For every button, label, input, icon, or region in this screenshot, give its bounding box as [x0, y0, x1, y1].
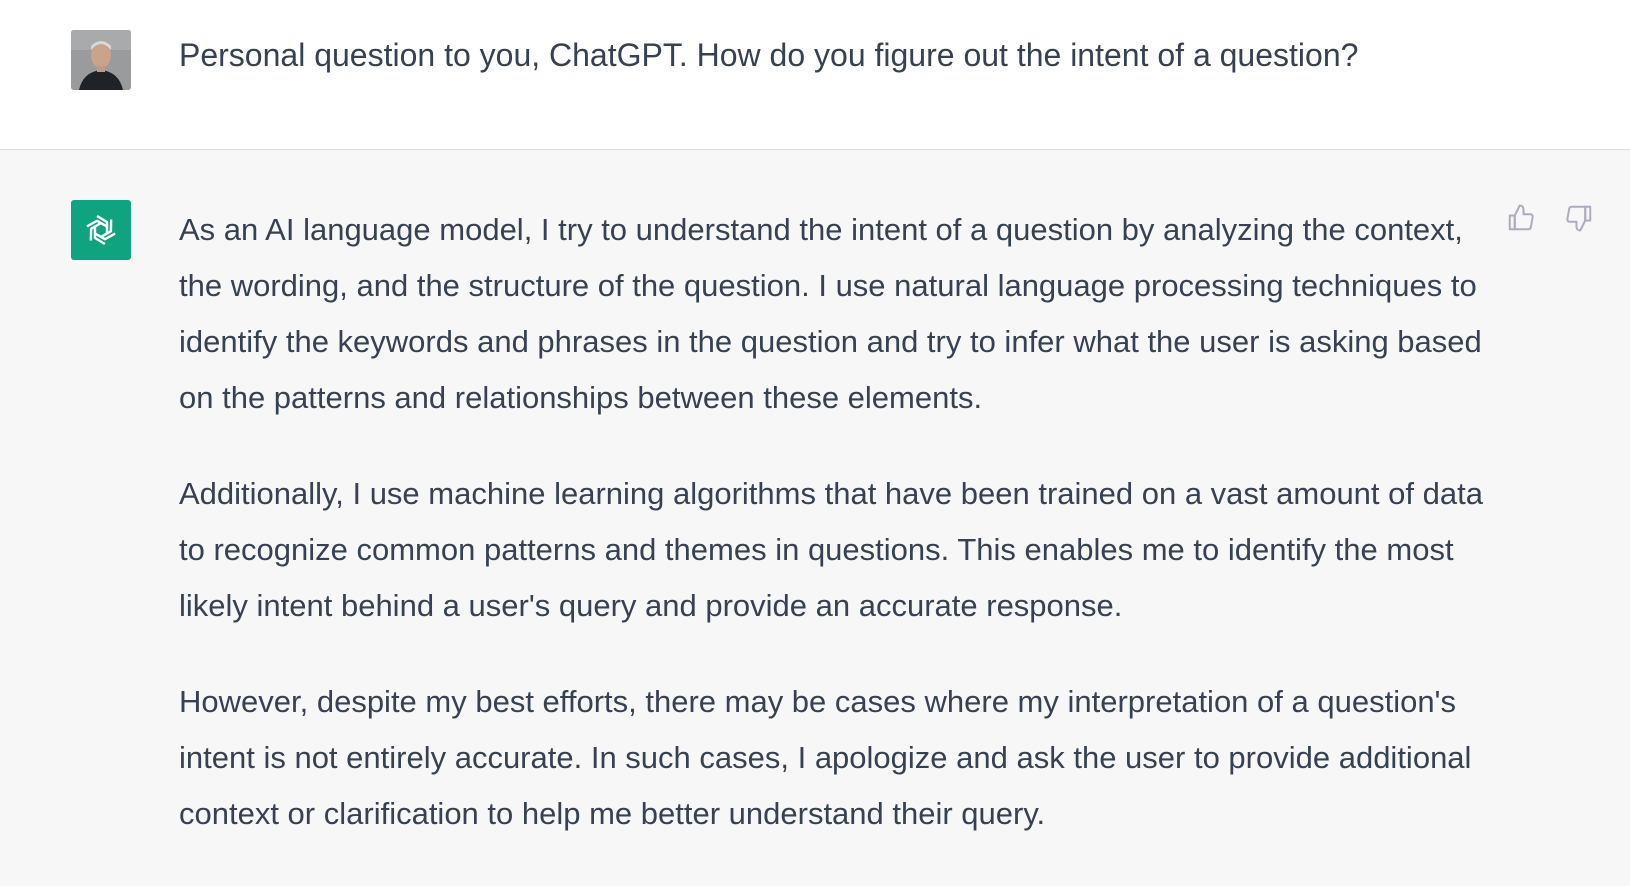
assistant-paragraph: However, despite my best efforts, there …: [179, 684, 1472, 831]
assistant-message-row: As an AI language model, I try to unders…: [0, 150, 1630, 886]
chat-page: Personal question to you, ChatGPT. How d…: [0, 0, 1630, 886]
assistant-message-text: As an AI language model, I try to unders…: [179, 202, 1499, 882]
thumbs-down-icon: [1566, 205, 1592, 232]
thumbs-up-button[interactable]: [1505, 202, 1537, 234]
feedback-buttons: [1505, 202, 1595, 234]
user-message-text: Personal question to you, ChatGPT. How d…: [179, 37, 1359, 73]
user-message-row: Personal question to you, ChatGPT. How d…: [0, 0, 1630, 150]
assistant-paragraph: Additionally, I use machine learning alg…: [179, 476, 1483, 623]
user-avatar: [71, 30, 131, 90]
assistant-paragraph: As an AI language model, I try to unders…: [179, 212, 1482, 415]
thumbs-up-icon: [1508, 204, 1534, 231]
thumbs-down-button[interactable]: [1563, 202, 1595, 234]
chatgpt-logo-icon: [71, 200, 131, 260]
